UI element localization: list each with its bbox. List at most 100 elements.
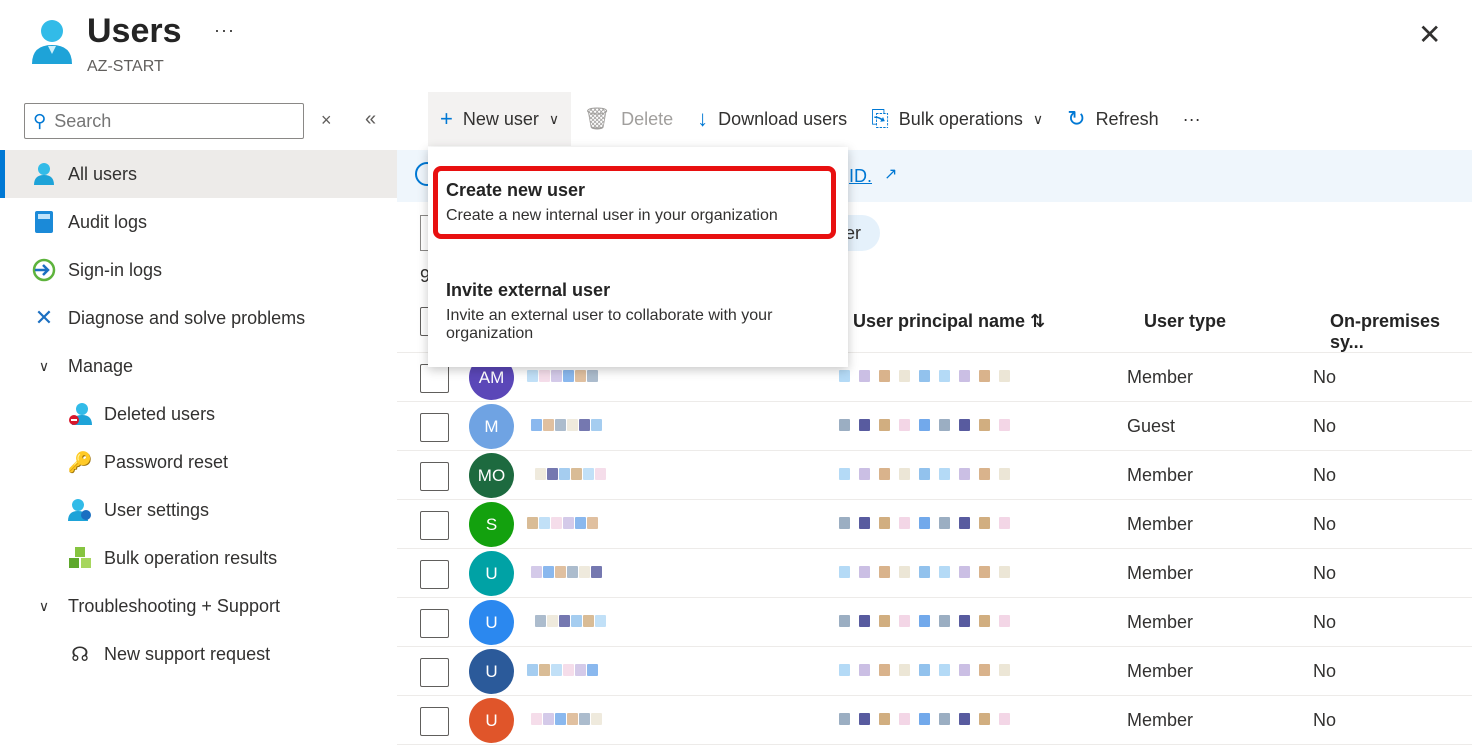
table-row[interactable]: U Member No xyxy=(397,598,1472,647)
clear-icon[interactable]: × xyxy=(321,110,332,131)
redacted-upn xyxy=(919,419,930,431)
redacted-upn xyxy=(959,517,970,529)
redacted-upn xyxy=(879,517,890,529)
table-row[interactable]: U Member No xyxy=(397,549,1472,598)
redacted-upn xyxy=(979,664,990,676)
redacted-upn xyxy=(899,664,910,676)
column-user-type[interactable]: User type xyxy=(1144,311,1226,332)
sidebar-item-user-settings[interactable]: User settings xyxy=(0,486,397,534)
toolbar: + New user ∨ 🗑 Delete ↓ Download users ⎘ Bulk… xyxy=(428,92,1213,146)
redacted-upn xyxy=(899,615,910,627)
redacted-upn xyxy=(919,713,930,725)
redacted-upn xyxy=(939,419,950,431)
sidebar-item-manage[interactable]: ∨ Manage xyxy=(0,342,397,390)
column-onprem[interactable]: On-premises sy... xyxy=(1330,311,1472,353)
more-actions-button[interactable]: ··· xyxy=(1171,92,1213,146)
search-input[interactable] xyxy=(54,110,275,132)
redacted-upn xyxy=(859,370,870,382)
redacted-upn xyxy=(939,468,950,480)
redacted-name xyxy=(575,664,586,676)
column-upn[interactable]: User principal name ⇅ xyxy=(853,311,1045,332)
sidebar-item-deleted-users[interactable]: Deleted users xyxy=(0,390,397,438)
redacted-upn xyxy=(939,517,950,529)
redacted-upn xyxy=(919,664,930,676)
refresh-button[interactable]: ↻ Refresh xyxy=(1055,92,1170,146)
redacted-upn xyxy=(859,566,870,578)
redacted-upn xyxy=(959,713,970,725)
redacted-upn xyxy=(999,370,1010,382)
sidebar-item-diagnose-and-solve-problems[interactable]: ✕ Diagnose and solve problems xyxy=(0,294,397,342)
redacted-upn xyxy=(959,615,970,627)
learn-more-link[interactable]: ID. xyxy=(849,166,872,187)
redacted-upn xyxy=(879,615,890,627)
more-icon[interactable]: ··· xyxy=(214,20,235,41)
sidebar-search[interactable]: ⚲ xyxy=(24,103,304,139)
redacted-upn xyxy=(839,615,850,627)
table-row[interactable]: M Guest No xyxy=(397,402,1472,451)
row-checkbox[interactable] xyxy=(420,609,449,638)
redacted-name xyxy=(579,419,590,431)
row-checkbox[interactable] xyxy=(420,413,449,442)
collapse-icon[interactable]: « xyxy=(365,108,376,131)
row-checkbox[interactable] xyxy=(420,560,449,589)
sidebar-item-label: Password reset xyxy=(104,451,229,472)
user-settings-icon xyxy=(66,498,94,522)
avatar: U xyxy=(469,698,514,743)
sidebar-item-sign-in-logs[interactable]: Sign-in logs xyxy=(0,246,397,294)
redacted-name xyxy=(595,468,606,480)
redacted-upn xyxy=(859,713,870,725)
user-type: Member xyxy=(1127,710,1194,730)
invite-external-user-item[interactable]: Invite external user Invite an external u… xyxy=(446,280,836,343)
download-users-button[interactable]: ↓ Download users xyxy=(685,92,859,146)
redacted-upn xyxy=(959,468,970,480)
table-row[interactable]: U Member No xyxy=(397,647,1472,696)
redacted-upn xyxy=(839,713,850,725)
sidebar-item-password-reset[interactable]: 🔑 Password reset xyxy=(0,438,397,486)
sidebar-item-all-users[interactable]: All users xyxy=(0,150,397,198)
external-link-icon: ↗ xyxy=(884,166,898,183)
redacted-name xyxy=(567,713,578,725)
table-row[interactable]: S Member No xyxy=(397,500,1472,549)
delete-button[interactable]: 🗑 Delete xyxy=(571,92,685,146)
create-new-user-item[interactable]: Create new user Create a new internal use… xyxy=(446,180,778,225)
redacted-upn xyxy=(899,468,910,480)
row-checkbox[interactable] xyxy=(420,462,449,491)
redacted-name xyxy=(587,370,598,382)
close-icon[interactable]: ✕ xyxy=(1418,18,1441,51)
redacted-upn xyxy=(959,419,970,431)
redacted-name xyxy=(567,419,578,431)
sidebar-item-troubleshooting-support[interactable]: ∨ Troubleshooting + Support xyxy=(0,582,397,630)
user-type: Member xyxy=(1127,612,1194,632)
sidebar-item-new-support-request[interactable]: ☊ New support request xyxy=(0,630,397,678)
user-type: Member xyxy=(1127,367,1194,387)
redacted-name xyxy=(591,713,602,725)
bulk-operations-button[interactable]: ⎘ Bulk operations ∨ xyxy=(859,92,1055,146)
trash-icon: 🗑 xyxy=(583,106,612,131)
redacted-name xyxy=(591,566,602,578)
sidebar-item-bulk-operation-results[interactable]: Bulk operation results xyxy=(0,534,397,582)
avatar: MO xyxy=(469,453,514,498)
user-type: Member xyxy=(1127,661,1194,681)
avatar: U xyxy=(469,600,514,645)
sidebar-item-label: Sign-in logs xyxy=(68,259,163,280)
redacted-upn xyxy=(899,517,910,529)
row-checkbox[interactable] xyxy=(420,658,449,687)
redacted-upn xyxy=(939,664,950,676)
table-row[interactable]: MO Member No xyxy=(397,451,1472,500)
table-row[interactable]: U Member No xyxy=(397,696,1472,745)
redacted-name xyxy=(575,370,586,382)
redacted-upn xyxy=(939,370,950,382)
page-title: Users xyxy=(87,12,182,50)
sidebar-item-audit-logs[interactable]: Audit logs xyxy=(0,198,397,246)
redacted-upn xyxy=(859,468,870,480)
new-user-button[interactable]: + New user ∨ xyxy=(428,92,572,146)
row-checkbox[interactable] xyxy=(420,511,449,540)
user-type: Member xyxy=(1127,563,1194,583)
sidebar-item-label: Audit logs xyxy=(68,211,148,232)
redacted-name xyxy=(547,468,558,480)
row-checkbox[interactable] xyxy=(420,364,449,393)
redacted-name xyxy=(563,664,574,676)
row-checkbox[interactable] xyxy=(420,707,449,736)
redacted-upn xyxy=(999,664,1010,676)
redacted-upn xyxy=(839,566,850,578)
